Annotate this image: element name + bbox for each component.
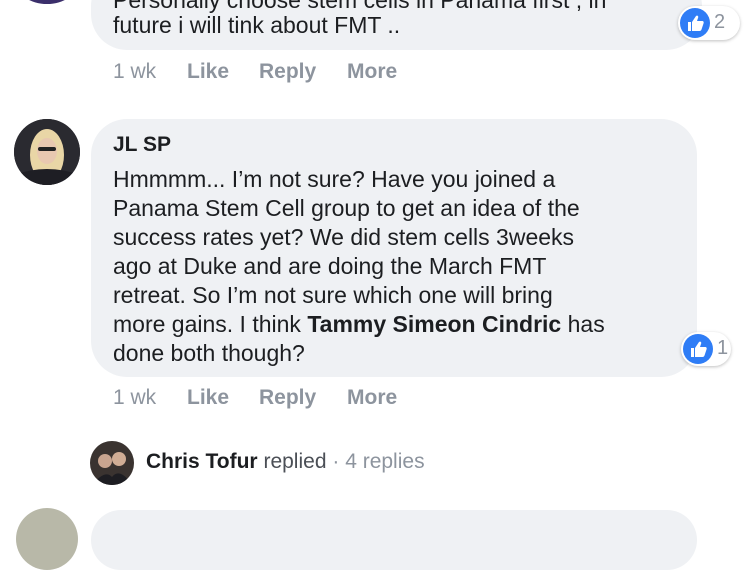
replier-name[interactable]: Chris Tofur bbox=[146, 450, 258, 473]
comment-text-line-3: success rates yet? We did stem cells 3we… bbox=[113, 224, 575, 250]
comment-time-previous: 1 wk bbox=[113, 60, 157, 83]
reply-button-previous[interactable]: Reply bbox=[259, 60, 316, 84]
avatar-jl-sp[interactable] bbox=[14, 119, 80, 185]
comment-text-line-6-prefix: more gains. I think bbox=[113, 311, 308, 337]
comment-text-line-5: retreat. So I’m not sure which one will … bbox=[113, 282, 553, 308]
reactions-count-previous: 2 bbox=[714, 11, 726, 33]
comment-time-jl-sp: 1 wk bbox=[113, 386, 157, 409]
comment-text-line-6-suffix: has bbox=[561, 311, 605, 337]
comment-text-line-1: Hmmmm... I’m not sure? Have you joined a bbox=[113, 166, 556, 192]
more-button-jl-sp[interactable]: More bbox=[347, 386, 397, 410]
thumbs-up-icon bbox=[680, 8, 710, 38]
like-button-previous[interactable]: Like bbox=[187, 60, 229, 84]
more-button-previous[interactable]: More bbox=[347, 60, 397, 84]
avatar-chris-tofur[interactable] bbox=[90, 441, 134, 485]
comment-text-line-6: more gains. I think Tammy Simeon Cindric… bbox=[113, 310, 605, 339]
replies-summary[interactable]: Chris Tofur replied · 4 replies bbox=[146, 450, 425, 474]
comment-bubble-next bbox=[91, 510, 697, 570]
reactions-badge-jl-sp[interactable]: 1 bbox=[681, 332, 731, 366]
reactions-count-jl-sp: 1 bbox=[717, 337, 729, 359]
separator-dot: · bbox=[332, 450, 340, 473]
reply-button-jl-sp[interactable]: Reply bbox=[259, 386, 316, 410]
comment-text-line-7: done both though? bbox=[113, 340, 305, 366]
avatar-previous[interactable] bbox=[16, 0, 78, 4]
comment-actions-jl-sp: 1 wk Like Reply More bbox=[0, 386, 750, 412]
comment-actions-previous: 1 wk Like Reply More bbox=[0, 60, 750, 86]
replied-label: replied bbox=[263, 450, 327, 473]
comment-text-line-4: ago at Duke and are doing the March FMT bbox=[113, 253, 547, 279]
thumbs-up-icon bbox=[683, 334, 713, 364]
comment-author-jl-sp[interactable]: JL SP bbox=[113, 133, 171, 157]
reactions-badge-previous[interactable]: 2 bbox=[678, 6, 740, 40]
replies-count-link[interactable]: 4 replies bbox=[345, 450, 424, 473]
avatar-next[interactable] bbox=[16, 508, 78, 570]
comment-text-line-2: Panama Stem Cell group to get an idea of… bbox=[113, 195, 580, 221]
comment-text-previous-line2: future i will tink about FMT .. bbox=[113, 12, 401, 38]
mention-link[interactable]: Tammy Simeon Cindric bbox=[307, 311, 561, 337]
like-button-jl-sp[interactable]: Like bbox=[187, 386, 229, 410]
